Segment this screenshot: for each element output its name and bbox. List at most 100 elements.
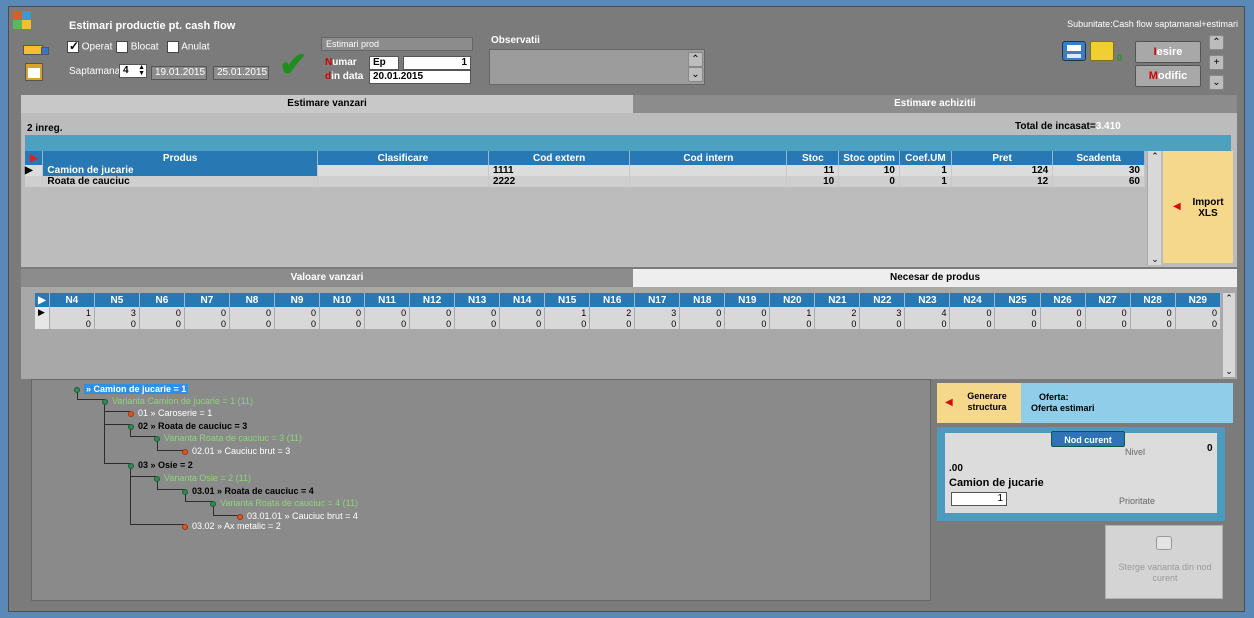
col-week[interactable]: N12	[409, 293, 456, 307]
tree-node-root[interactable]: » Camion de jucarie = 1	[74, 384, 189, 394]
generare-structura-button[interactable]: ◀ Generare structura	[937, 383, 1021, 423]
col-cod-intern[interactable]: Cod intern	[629, 151, 788, 165]
cell-clasificare[interactable]	[317, 176, 489, 187]
calendar-icon[interactable]	[25, 63, 43, 81]
col-week[interactable]: N24	[949, 293, 996, 307]
col-produs[interactable]: Produs	[42, 151, 318, 165]
col-week[interactable]: N21	[814, 293, 861, 307]
week-cell[interactable]: 0	[1040, 318, 1086, 329]
cell-cod-extern[interactable]: 1111	[488, 165, 631, 176]
col-week[interactable]: N25	[994, 293, 1041, 307]
tree-node-variant-roata-osie[interactable]: Varianta Roata de cauciuc = 4 (11)	[210, 498, 358, 508]
col-stoc-optim[interactable]: Stoc optim	[838, 151, 900, 165]
week-cell[interactable]: 0	[724, 318, 771, 329]
cell-cod-intern[interactable]	[629, 176, 788, 187]
week-cell[interactable]: 0	[724, 307, 771, 318]
week-cell[interactable]: 1	[544, 307, 591, 318]
week-cell[interactable]: 2	[814, 307, 861, 318]
week-cell[interactable]: 1	[769, 307, 816, 318]
week-cell[interactable]: 0	[544, 318, 591, 329]
week-cell[interactable]: 0	[274, 307, 321, 318]
week-cell[interactable]: 0	[319, 307, 366, 318]
week-cell[interactable]: 3	[634, 307, 681, 318]
nav-down-icon[interactable]: ⌄	[1209, 75, 1224, 90]
cell-produs[interactable]: Roata de cauciuc	[42, 176, 318, 187]
data-field[interactable]: 20.01.2015	[369, 70, 471, 84]
col-week[interactable]: N13	[454, 293, 501, 307]
cell-cod-extern[interactable]: 2222	[488, 176, 631, 187]
week-cell[interactable]: 0	[1175, 318, 1222, 329]
week-cell[interactable]: 0	[499, 318, 546, 329]
truck-icon[interactable]	[19, 41, 53, 59]
week-cell[interactable]: 0	[229, 318, 275, 329]
prioritate-input[interactable]: 1	[951, 492, 1007, 506]
week-cell[interactable]: 0	[1085, 318, 1131, 329]
tree-node-variant-osie[interactable]: Varianta Osie = 2 (11)	[154, 473, 251, 483]
week-cell[interactable]: 3	[859, 307, 906, 318]
week-cell[interactable]: 0	[1175, 307, 1222, 318]
table-row[interactable]: ▶ Camion de jucarie 1111 11 10 1 124 30	[25, 165, 1145, 176]
col-week[interactable]: N27	[1085, 293, 1131, 307]
col-week[interactable]: N7	[184, 293, 230, 307]
col-week[interactable]: N10	[319, 293, 366, 307]
week-cell[interactable]: 4	[904, 307, 951, 318]
col-week[interactable]: N6	[139, 293, 185, 307]
col-week[interactable]: N16	[589, 293, 636, 307]
week-cell[interactable]: 0	[274, 318, 321, 329]
date-to-field[interactable]: 25.01.2015	[213, 66, 269, 80]
cell-stoc[interactable]: 11	[786, 165, 840, 176]
week-cell[interactable]: 0	[139, 318, 185, 329]
col-scadenta[interactable]: Scadenta	[1052, 151, 1145, 165]
blocat-checkbox[interactable]: Blocat	[116, 41, 159, 53]
scroll-up-icon[interactable]: ⌃	[1223, 293, 1235, 304]
numar-prefix-field[interactable]: Ep	[369, 56, 399, 70]
observatii-textarea[interactable]: ⌃ ⌄	[489, 49, 705, 85]
week-cell[interactable]: 0	[229, 307, 275, 318]
print-icon[interactable]	[1062, 41, 1086, 61]
cell-coef[interactable]: 1	[899, 176, 952, 187]
week-cell[interactable]: 0	[814, 318, 861, 329]
tree-node-caroserie[interactable]: 01 » Caroserie = 1	[128, 408, 212, 418]
week-cell[interactable]: 0	[634, 318, 681, 329]
tree-node-cauciuc-osie[interactable]: 03.01.01 » Cauciuc brut = 4	[237, 511, 358, 521]
scroll-up-icon[interactable]: ⌃	[688, 52, 703, 67]
col-coef-um[interactable]: Coef.UM	[899, 151, 952, 165]
cell-scadenta[interactable]: 60	[1052, 176, 1145, 187]
tree-node-cauciuc[interactable]: 02.01 » Cauciuc brut = 3	[182, 446, 290, 456]
col-pret[interactable]: Pret	[951, 151, 1054, 165]
col-week[interactable]: N20	[769, 293, 816, 307]
col-week[interactable]: N4	[49, 293, 95, 307]
week-cell[interactable]: 0	[1040, 307, 1086, 318]
scroll-up-icon[interactable]: ⌃	[1148, 151, 1162, 162]
week-cell[interactable]: 0	[589, 318, 636, 329]
col-week[interactable]: N19	[724, 293, 771, 307]
tree-node-variant[interactable]: Varianta Camion de jucarie = 1 (11)	[102, 396, 253, 406]
col-week[interactable]: N22	[859, 293, 906, 307]
week-cell[interactable]: 2	[589, 307, 636, 318]
col-cod-extern[interactable]: Cod extern	[488, 151, 631, 165]
col-week[interactable]: N18	[679, 293, 726, 307]
week-cell[interactable]: 0	[769, 318, 816, 329]
scroll-down-icon[interactable]: ⌄	[1148, 254, 1162, 265]
col-week[interactable]: N28	[1130, 293, 1176, 307]
operat-checkbox[interactable]: Operat	[67, 39, 112, 53]
col-week[interactable]: N29	[1175, 293, 1222, 307]
cell-scadenta[interactable]: 30	[1052, 165, 1145, 176]
col-week[interactable]: N14	[499, 293, 546, 307]
week-cell[interactable]: 0	[859, 318, 906, 329]
cell-stoc-optim[interactable]: 10	[838, 165, 900, 176]
anulat-checkbox[interactable]: Anulat	[167, 41, 210, 53]
week-cell[interactable]: 3	[94, 307, 140, 318]
sales-scrollbar[interactable]: ⌃ ⌄	[1147, 151, 1161, 265]
date-from-field[interactable]: 19.01.2015	[151, 66, 207, 80]
tab-estimare-achizitii[interactable]: Estimare achizitii	[633, 95, 1237, 113]
cell-clasificare[interactable]	[317, 165, 489, 176]
week-cell[interactable]: 0	[139, 307, 185, 318]
numar-field[interactable]: 1	[403, 56, 471, 70]
week-cell[interactable]: 0	[409, 318, 456, 329]
tree-node-roata[interactable]: 02 » Roata de cauciuc = 3	[128, 421, 247, 431]
week-cell[interactable]: 0	[454, 318, 501, 329]
col-week[interactable]: N9	[274, 293, 321, 307]
week-cell[interactable]: 0	[364, 318, 411, 329]
nav-up-icon[interactable]: ⌃	[1209, 35, 1224, 50]
